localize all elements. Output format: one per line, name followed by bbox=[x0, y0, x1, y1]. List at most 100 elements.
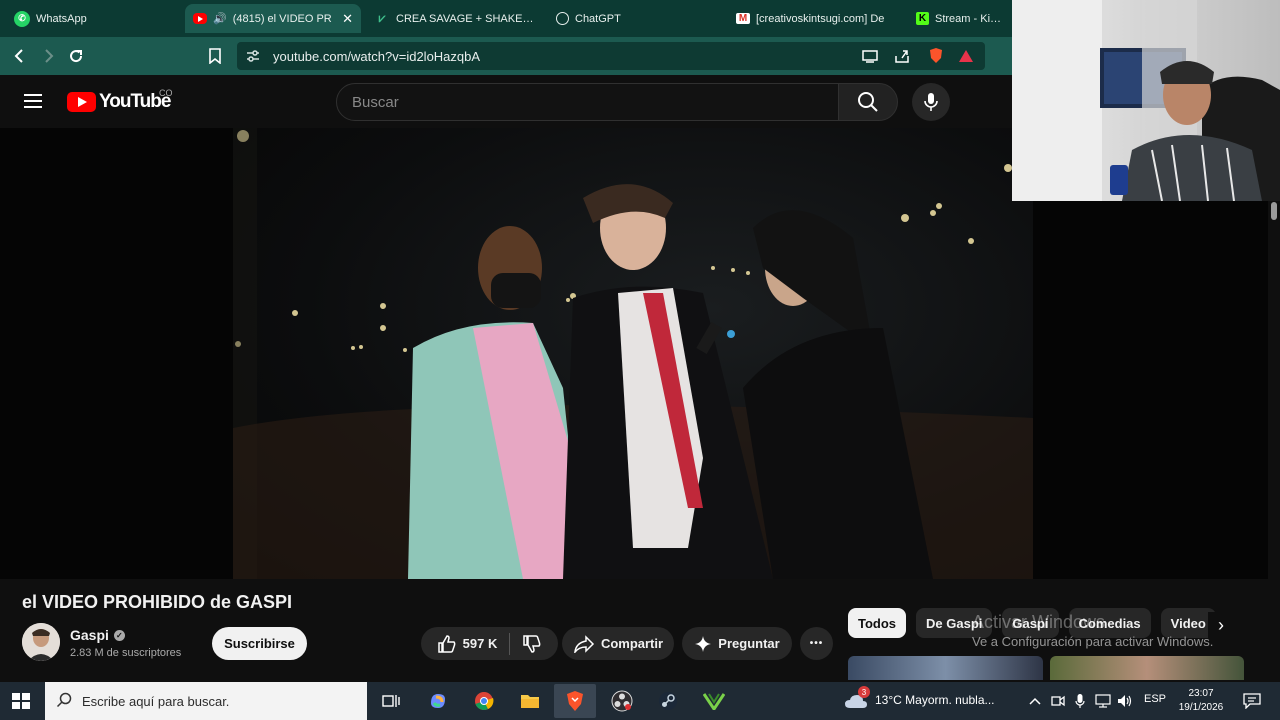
forward-arrow-icon[interactable] bbox=[38, 46, 58, 66]
bookmark-icon[interactable] bbox=[205, 46, 225, 66]
streamer-webcam bbox=[1012, 0, 1280, 201]
tab-label: CREA SAVAGE + SHAKER L bbox=[396, 12, 534, 25]
cast-icon[interactable] bbox=[860, 46, 880, 66]
search-icon bbox=[858, 92, 878, 112]
clock-date: 19/1/2026 bbox=[1178, 702, 1224, 713]
taskbar-clock[interactable]: 23:07 19/1/2026 bbox=[1176, 687, 1226, 715]
subscribe-button[interactable]: Suscribirse bbox=[212, 627, 307, 660]
ask-label: Preguntar bbox=[718, 636, 780, 651]
windows-activation-watermark: Activar Windows bbox=[972, 612, 1106, 632]
site-settings-icon[interactable] bbox=[246, 50, 260, 65]
subscriber-count: 2.83 M de suscriptores bbox=[70, 647, 182, 659]
tab-gmail[interactable]: M [creativoskintsugi.com] De bbox=[728, 4, 904, 33]
tab-label: WhatsApp bbox=[36, 12, 87, 25]
share-icon[interactable] bbox=[892, 46, 912, 66]
menu-icon[interactable] bbox=[24, 94, 42, 108]
vectorize-icon: ⩗ bbox=[378, 11, 386, 25]
volume-icon[interactable] bbox=[1115, 689, 1135, 713]
weather-text[interactable]: 13°C Mayorm. nubla... bbox=[875, 693, 995, 707]
channel-avatar[interactable] bbox=[22, 623, 60, 661]
gmail-icon: M bbox=[736, 13, 750, 24]
brave-rewards-icon[interactable] bbox=[956, 46, 976, 66]
back-arrow-icon[interactable] bbox=[10, 46, 30, 66]
page-scrollbar[interactable] bbox=[1268, 128, 1280, 680]
copilot-icon[interactable] bbox=[426, 689, 450, 713]
search-placeholder: Buscar bbox=[352, 93, 399, 111]
steam-icon[interactable] bbox=[656, 689, 680, 713]
share-button[interactable]: Compartir bbox=[562, 627, 674, 660]
weather-alert-badge: 3 bbox=[858, 686, 870, 698]
obs-studio-icon[interactable] bbox=[610, 689, 634, 713]
share-arrow-icon bbox=[574, 634, 594, 653]
file-explorer-icon[interactable] bbox=[518, 689, 542, 713]
chip-todos[interactable]: Todos bbox=[848, 608, 907, 638]
windows-taskbar: Escribe aquí para buscar. 3 13°C Mayorm.… bbox=[0, 682, 1280, 720]
like-divider bbox=[509, 632, 511, 655]
tab-label: Stream - Kick D bbox=[935, 12, 1004, 25]
recommended-video-thumbnail[interactable] bbox=[848, 656, 1043, 680]
microphone-icon[interactable] bbox=[1070, 689, 1090, 713]
close-tab-icon[interactable]: ✕ bbox=[342, 11, 353, 27]
tab-label: [creativoskintsugi.com] De bbox=[756, 12, 885, 25]
ask-button[interactable]: Preguntar bbox=[682, 627, 792, 660]
meet-now-icon[interactable] bbox=[1048, 689, 1068, 713]
more-dots-icon: ••• bbox=[809, 638, 824, 649]
dislike-button[interactable] bbox=[522, 634, 542, 654]
youtube-play-icon bbox=[67, 92, 96, 112]
sparkle-icon bbox=[695, 635, 712, 652]
microphone-icon bbox=[924, 93, 938, 111]
windows-start-icon[interactable] bbox=[12, 693, 30, 709]
like-button[interactable]: 597 K bbox=[437, 634, 498, 654]
thumbs-up-icon bbox=[437, 634, 456, 653]
share-label: Compartir bbox=[600, 636, 664, 651]
speaker-icon[interactable]: 🔊 bbox=[213, 12, 227, 25]
more-actions-button[interactable]: ••• bbox=[800, 627, 833, 660]
notification-center-icon[interactable] bbox=[1240, 689, 1264, 713]
like-dislike-group: 597 K bbox=[421, 627, 558, 660]
tray-overflow-chevron-icon[interactable] bbox=[1024, 689, 1046, 713]
scrollbar-thumb[interactable] bbox=[1271, 202, 1277, 220]
search-icon bbox=[56, 692, 72, 712]
chatgpt-icon bbox=[556, 12, 569, 25]
reload-icon[interactable] bbox=[66, 46, 86, 66]
country-code: CO bbox=[159, 88, 173, 98]
channel-name-link[interactable]: Gaspi ✓ bbox=[70, 627, 125, 643]
windows-activation-subtext: Ve a Configuración para activar Windows. bbox=[972, 634, 1214, 649]
whatsapp-icon: ✆ bbox=[14, 10, 30, 27]
tab-label: ChatGPT bbox=[575, 12, 621, 25]
clock-time: 23:07 bbox=[1188, 688, 1214, 699]
brave-shield-icon[interactable] bbox=[926, 46, 946, 66]
voice-search-button[interactable] bbox=[912, 83, 950, 121]
kick-icon: K bbox=[916, 12, 929, 25]
recommended-video-thumbnail[interactable] bbox=[1050, 656, 1244, 680]
input-language[interactable]: ESP bbox=[1144, 693, 1166, 705]
tab-whatsapp[interactable]: ✆ WhatsApp bbox=[6, 4, 182, 33]
search-button[interactable] bbox=[838, 83, 898, 121]
tab-youtube-video[interactable]: 🔊 (4815) el VIDEO PR ✕ bbox=[185, 4, 361, 33]
tab-crea-savage[interactable]: ⩗ CREA SAVAGE + SHAKER L bbox=[366, 4, 542, 33]
screen: ✆ WhatsApp 🔊 (4815) el VIDEO PR ✕ ⩗ CREA… bbox=[0, 0, 1280, 720]
video-frame[interactable] bbox=[233, 128, 1033, 579]
channel-name: Gaspi bbox=[70, 627, 109, 643]
youtube-icon bbox=[193, 13, 207, 24]
taskbar-search-input[interactable]: Escribe aquí para buscar. bbox=[45, 682, 367, 720]
taskbar-search-placeholder: Escribe aquí para buscar. bbox=[82, 693, 230, 709]
tab-label: (4815) el VIDEO PR bbox=[232, 12, 332, 25]
brave-browser-icon[interactable] bbox=[554, 684, 596, 718]
vectorizer-app-icon[interactable] bbox=[702, 689, 726, 713]
video-scene bbox=[233, 128, 1033, 579]
network-icon[interactable] bbox=[1093, 689, 1113, 713]
thumbs-down-icon bbox=[523, 634, 541, 653]
search-input[interactable]: Buscar bbox=[336, 83, 839, 121]
youtube-logo[interactable]: YouTube bbox=[67, 91, 171, 113]
verified-check-icon: ✓ bbox=[113, 629, 125, 641]
like-count: 597 K bbox=[462, 636, 498, 651]
tab-kick[interactable]: K Stream - Kick D bbox=[908, 4, 1012, 33]
tab-chatgpt[interactable]: ChatGPT bbox=[548, 4, 724, 33]
url-text: youtube.com/watch?v=id2loHazqbA bbox=[273, 48, 481, 64]
youtube-header: YouTube CO Buscar bbox=[0, 75, 1012, 128]
video-title: el VIDEO PROHIBIDO de GASPI bbox=[22, 592, 293, 612]
chrome-icon[interactable] bbox=[472, 689, 496, 713]
task-view-icon[interactable] bbox=[379, 689, 403, 713]
webcam-scene bbox=[1012, 0, 1280, 201]
